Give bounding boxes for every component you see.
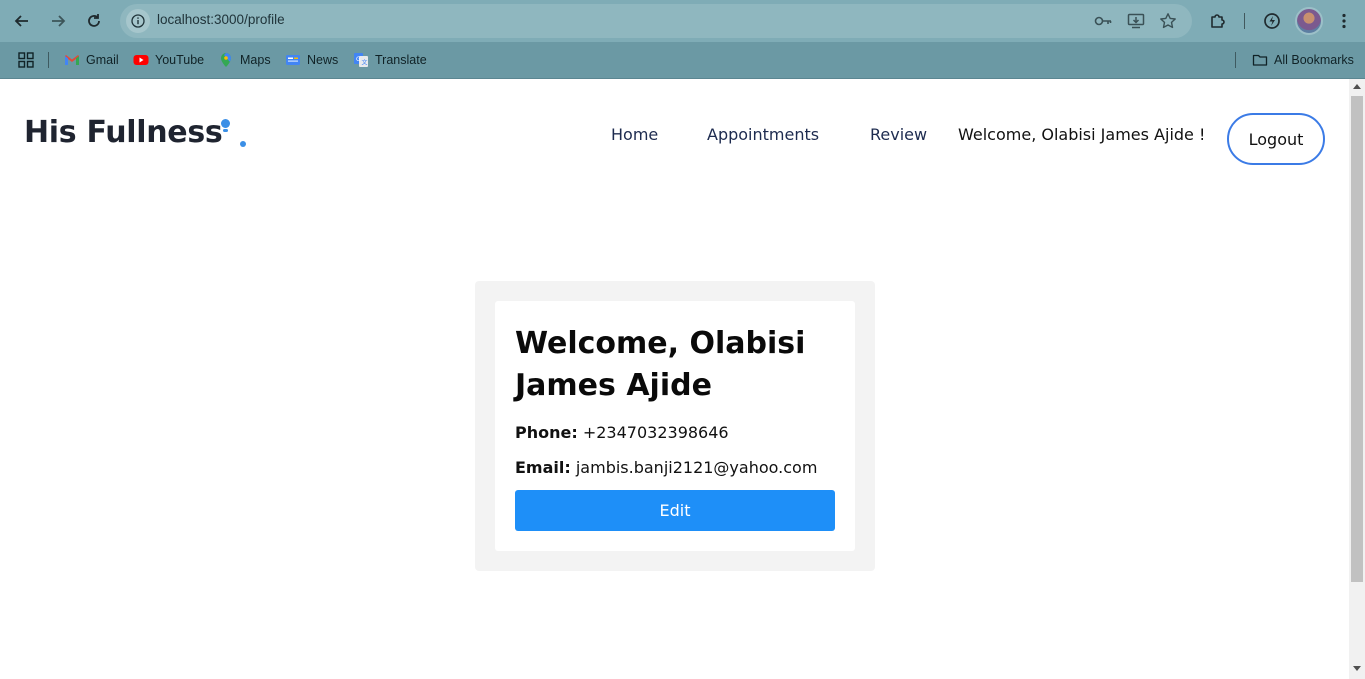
email-value: jambis.banji2121@yahoo.com <box>575 458 818 477</box>
url-text[interactable]: localhost:3000/profile <box>157 12 285 27</box>
back-icon[interactable] <box>9 8 35 34</box>
svg-text:文: 文 <box>362 59 368 67</box>
page-viewport: His Fullness Home Appointments Review We… <box>0 79 1349 679</box>
profile-card-container: Welcome, Olabisi James Ajide Phone: +234… <box>475 281 875 571</box>
gmail-icon <box>65 55 79 65</box>
news-icon <box>286 55 300 65</box>
browser-toolbar: localhost:3000/profile <box>0 0 1365 42</box>
maps-icon <box>221 53 231 67</box>
logo-accent-dot <box>240 141 246 147</box>
youtube-icon <box>133 55 149 65</box>
password-key-icon[interactable] <box>1093 12 1113 30</box>
profile-title: Welcome, Olabisi James Ajide <box>515 326 806 403</box>
phone-value: +2347032398646 <box>582 423 729 442</box>
bookmarks-divider <box>1235 52 1236 68</box>
nav-appointments[interactable]: Appointments <box>707 125 819 144</box>
bookmark-gmail[interactable]: Gmail <box>64 50 119 70</box>
translate-icon: G文 <box>354 53 368 67</box>
nav-home[interactable]: Home <box>611 125 658 144</box>
extensions-icon[interactable] <box>1207 10 1229 32</box>
browser-menu-icon[interactable] <box>1333 10 1355 32</box>
bookmark-label: Maps <box>240 53 271 67</box>
profile-card: Welcome, Olabisi James Ajide Phone: +234… <box>495 301 855 551</box>
address-bar[interactable]: localhost:3000/profile <box>120 4 1192 38</box>
scrollbar-thumb[interactable] <box>1351 96 1363 582</box>
install-app-icon[interactable] <box>1126 12 1146 30</box>
phone-label: Phone: <box>515 423 578 442</box>
folder-icon <box>1252 54 1268 66</box>
logo-accent-dot <box>221 119 230 128</box>
all-bookmarks-label: All Bookmarks <box>1274 53 1354 67</box>
scroll-down-icon[interactable] <box>1353 666 1361 671</box>
site-info-icon[interactable] <box>126 9 150 33</box>
forward-icon[interactable] <box>45 8 71 34</box>
profile-avatar[interactable] <box>1295 7 1323 35</box>
email-label: Email: <box>515 458 571 477</box>
logout-button[interactable]: Logout <box>1227 113 1325 165</box>
bookmark-star-icon[interactable] <box>1158 12 1178 30</box>
header-welcome-text: Welcome, Olabisi James Ajide ! <box>958 125 1206 144</box>
apps-grid-icon[interactable] <box>18 50 34 70</box>
bookmark-translate[interactable]: G文 Translate <box>353 50 427 70</box>
logo-accent-dot <box>223 129 228 132</box>
svg-text:G: G <box>356 56 361 63</box>
bookmark-news[interactable]: News <box>285 50 338 70</box>
reload-icon[interactable] <box>81 8 107 34</box>
edit-button[interactable]: Edit <box>515 490 835 531</box>
bookmark-label: Translate <box>375 53 427 67</box>
all-bookmarks-button[interactable]: All Bookmarks <box>1252 50 1354 70</box>
bookmark-maps[interactable]: Maps <box>218 50 271 70</box>
scroll-up-icon[interactable] <box>1353 84 1361 89</box>
bookmark-label: News <box>307 53 339 67</box>
toolbar-divider <box>1244 13 1245 29</box>
bookmark-youtube[interactable]: YouTube <box>133 50 204 70</box>
phone-row: Phone: +2347032398646 <box>515 423 729 442</box>
bookmarks-bar: Gmail YouTube Maps News G文 Translate All… <box>0 42 1365 79</box>
nav-review[interactable]: Review <box>870 125 927 144</box>
email-row: Email: jambis.banji2121@yahoo.com <box>515 458 817 477</box>
performance-icon[interactable] <box>1261 10 1283 32</box>
bookmarks-divider <box>48 52 49 68</box>
bookmark-label: Gmail <box>86 53 119 67</box>
bookmark-label: YouTube <box>155 53 205 67</box>
site-logo[interactable]: His Fullness <box>24 115 223 150</box>
